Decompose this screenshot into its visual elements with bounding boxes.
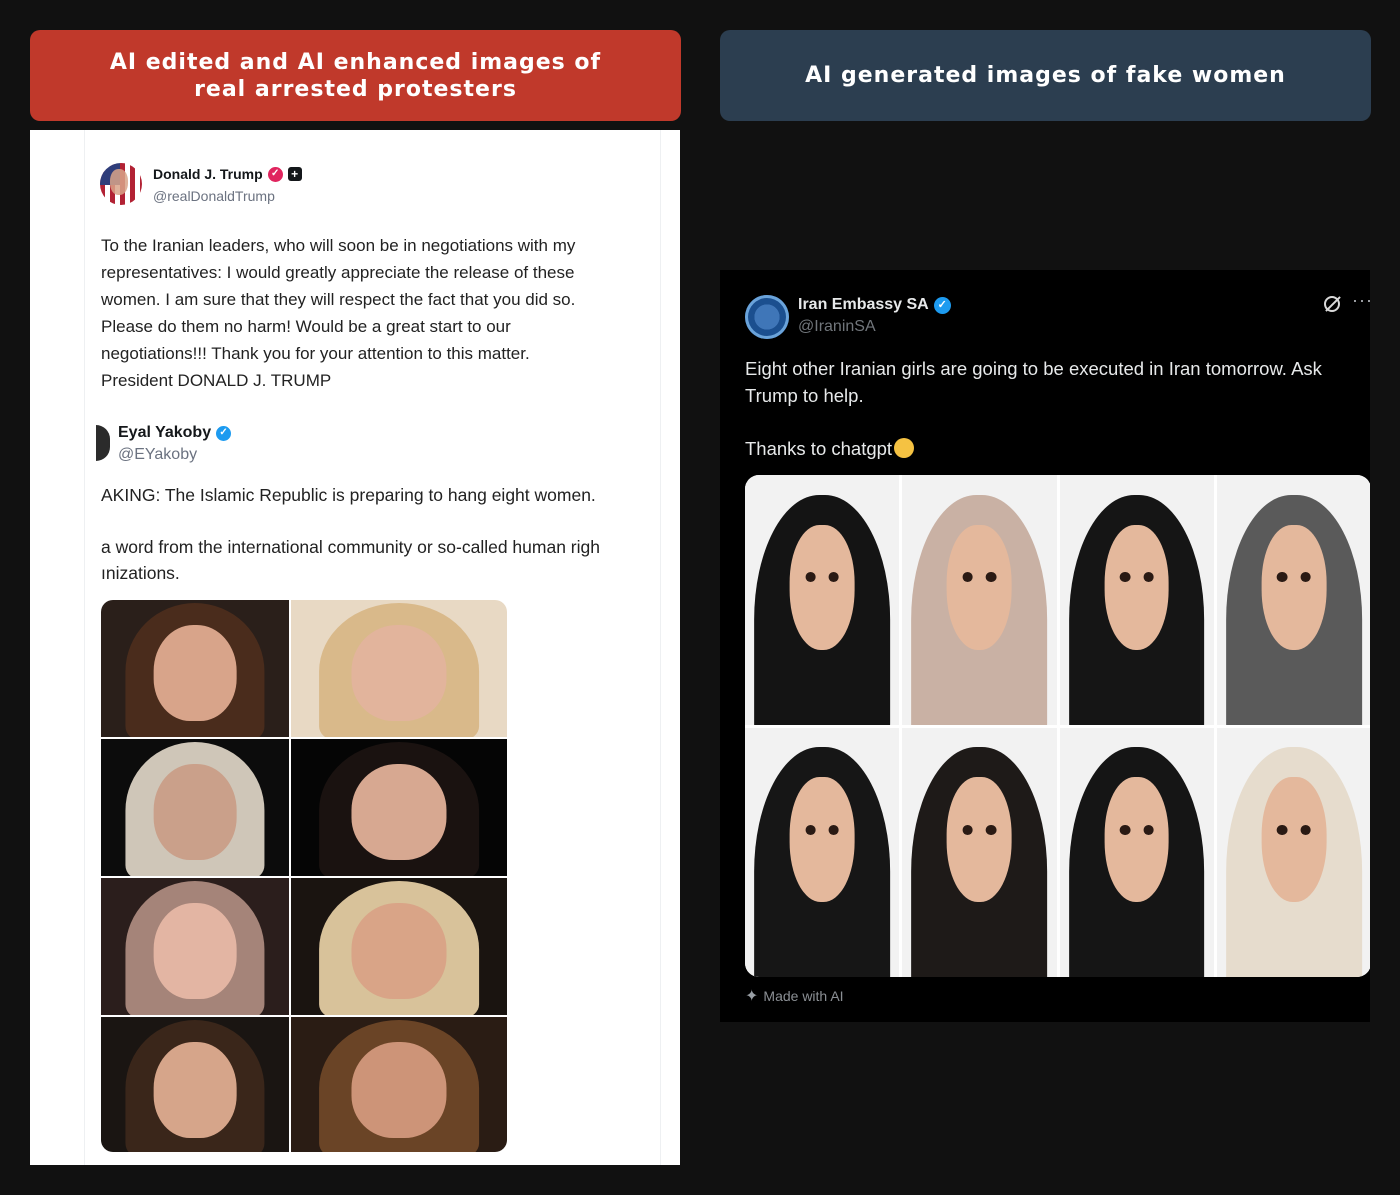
verified-badge-icon: ✓ (933, 296, 951, 314)
face-shape (153, 763, 237, 860)
author-name[interactable]: Iran Embassy SA (798, 296, 929, 314)
quoted-author-name[interactable]: Eyal Yakoby (118, 424, 211, 442)
face-shape (351, 1041, 447, 1138)
protester-photo[interactable] (291, 600, 507, 737)
protester-photo[interactable] (101, 739, 289, 876)
quoted-text-line: ınizations. (101, 563, 180, 583)
protester-photo[interactable] (101, 600, 289, 737)
post-text-line: Trump to help. (745, 385, 864, 406)
made-with-ai-label[interactable]: ✦ Made with AI (745, 986, 844, 1006)
protester-photo[interactable] (291, 878, 507, 1015)
quoted-author-handle[interactable]: @EYakoby (118, 446, 197, 464)
face-shape (1261, 524, 1327, 650)
verified-badge-icon: ✓ (216, 425, 232, 441)
post-text-line: representatives: I would greatly appreci… (101, 263, 575, 282)
quoted-text-line: a word from the international community … (101, 537, 600, 557)
generated-portrait[interactable] (1216, 727, 1370, 977)
protester-photo[interactable] (101, 878, 289, 1015)
post-text-line: Thanks to chatgpt (745, 435, 1355, 462)
banner-right-text: AI generated images of fake women (805, 63, 1286, 88)
divider (84, 130, 85, 1165)
author-handle[interactable]: @IraninSA (798, 318, 876, 336)
author-row: Donald J. Trump ✓ + (153, 166, 302, 182)
generated-portrait[interactable] (1059, 727, 1214, 977)
right-post-screenshot: Iran Embassy SA ✓ @IraninSA ··· Eight ot… (720, 270, 1370, 1022)
generated-portrait[interactable] (1059, 475, 1214, 725)
quoted-avatar[interactable] (96, 425, 110, 461)
face-shape (153, 624, 237, 721)
photo-grid[interactable] (101, 600, 507, 1152)
plus-icon: + (287, 167, 302, 181)
post-text: To the Iranian leaders, who will soon be… (101, 232, 661, 394)
avatar[interactable] (100, 163, 142, 205)
face-shape (153, 902, 237, 999)
face-shape (1104, 524, 1170, 650)
face-shape (351, 624, 447, 721)
quoted-text: AKING: The Islamic Republic is preparing… (101, 482, 646, 586)
generated-portrait[interactable] (902, 727, 1057, 977)
generated-portrait[interactable] (745, 727, 900, 977)
post-text-line: To the Iranian leaders, who will soon be… (101, 236, 576, 255)
banner-real-protesters: AI edited and AI enhanced images of real… (30, 30, 681, 121)
face-shape (153, 1041, 237, 1138)
face-shape (351, 763, 447, 860)
post-text-line3: Thanks to chatgpt (745, 438, 893, 459)
left-post-screenshot: Donald J. Trump ✓ + @realDonaldTrump To … (30, 130, 680, 1165)
author-handle[interactable]: @realDonaldTrump (153, 188, 275, 204)
generated-portrait[interactable] (1216, 475, 1370, 725)
protester-photo[interactable] (101, 1017, 289, 1152)
post-text-line: women. I am sure that they will respect … (101, 290, 576, 309)
author-name[interactable]: Donald J. Trump (153, 166, 263, 182)
quoted-text-line: AKING: The Islamic Republic is preparing… (101, 485, 596, 505)
verified-badge-icon: ✓ (267, 166, 283, 182)
quoted-author-row: Eyal Yakoby ✓ (118, 424, 232, 442)
post-text-line: President DONALD J. TRUMP (101, 371, 332, 390)
banner-fake-women: AI generated images of fake women (720, 30, 1371, 121)
author-row: Iran Embassy SA ✓ (798, 296, 951, 314)
post-text-line: Please do them no harm! Would be a great… (101, 317, 511, 336)
post-text-line: Eight other Iranian girls are going to b… (745, 358, 1322, 379)
protester-photo[interactable] (291, 739, 507, 876)
generated-portrait[interactable] (902, 475, 1057, 725)
face-shape (946, 524, 1012, 650)
avatar[interactable] (745, 295, 789, 339)
face-shape (946, 777, 1012, 903)
made-with-ai-text: Made with AI (763, 988, 844, 1004)
face-shape (789, 524, 855, 650)
protester-photo[interactable] (291, 1017, 507, 1152)
post-text: Eight other Iranian girls are going to b… (745, 355, 1355, 462)
face-shape (1261, 777, 1327, 903)
generated-portrait[interactable] (745, 475, 900, 725)
more-options-icon[interactable]: ··· (1352, 290, 1370, 311)
face-shape (789, 777, 855, 903)
face-shape (1104, 777, 1170, 903)
sparkle-icon: ✦ (745, 988, 759, 1005)
post-text-line: negotiations!!! Thank you for your atten… (101, 344, 530, 363)
face-shape (351, 902, 447, 999)
grok-icon[interactable] (1324, 296, 1340, 312)
banner-left-text: AI edited and AI enhanced images of real… (109, 49, 602, 102)
generated-photo-grid[interactable] (745, 475, 1370, 977)
winking-face-emoji-icon (894, 438, 915, 458)
